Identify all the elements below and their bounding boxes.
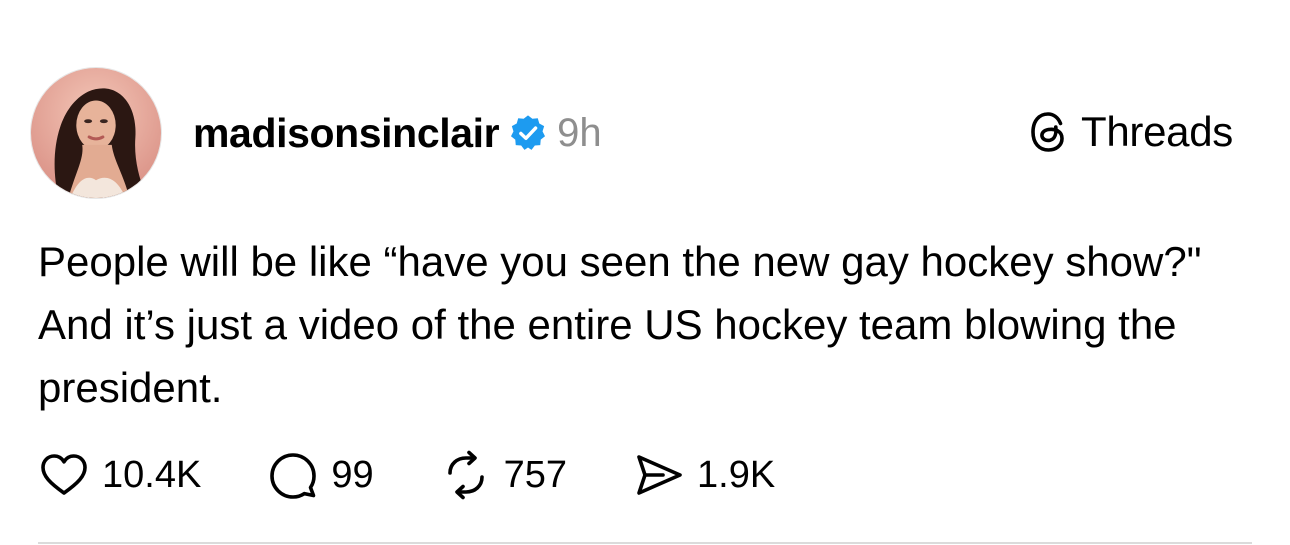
post-header: madisonsinclair 9h xyxy=(193,108,602,158)
avatar[interactable] xyxy=(30,67,162,199)
divider xyxy=(38,542,1252,544)
threads-brand: Threads xyxy=(1027,106,1233,158)
repost-button[interactable]: 757 xyxy=(440,449,567,501)
like-count: 10.4K xyxy=(102,453,202,496)
post-actions: 10.4K 99 757 1.9K xyxy=(38,445,841,505)
repost-icon xyxy=(447,450,484,500)
heart-icon xyxy=(41,454,87,495)
like-button[interactable]: 10.4K xyxy=(38,449,201,501)
username[interactable]: madisonsinclair xyxy=(193,110,500,157)
post-time: 9h xyxy=(557,110,602,155)
threads-logo-icon xyxy=(1027,109,1071,155)
repost-count: 757 xyxy=(503,453,567,496)
share-count: 1.9K xyxy=(697,453,776,496)
threads-brand-name: Threads xyxy=(1081,108,1233,155)
reply-button[interactable]: 99 xyxy=(267,449,374,501)
verified-check-icon xyxy=(509,114,547,152)
comment-icon xyxy=(270,453,317,499)
send-icon xyxy=(637,455,682,495)
share-button[interactable]: 1.9K xyxy=(633,449,775,501)
reply-count: 99 xyxy=(331,453,374,496)
profile-photo xyxy=(31,68,161,198)
post-text: People will be like “have you seen the n… xyxy=(38,238,1202,411)
